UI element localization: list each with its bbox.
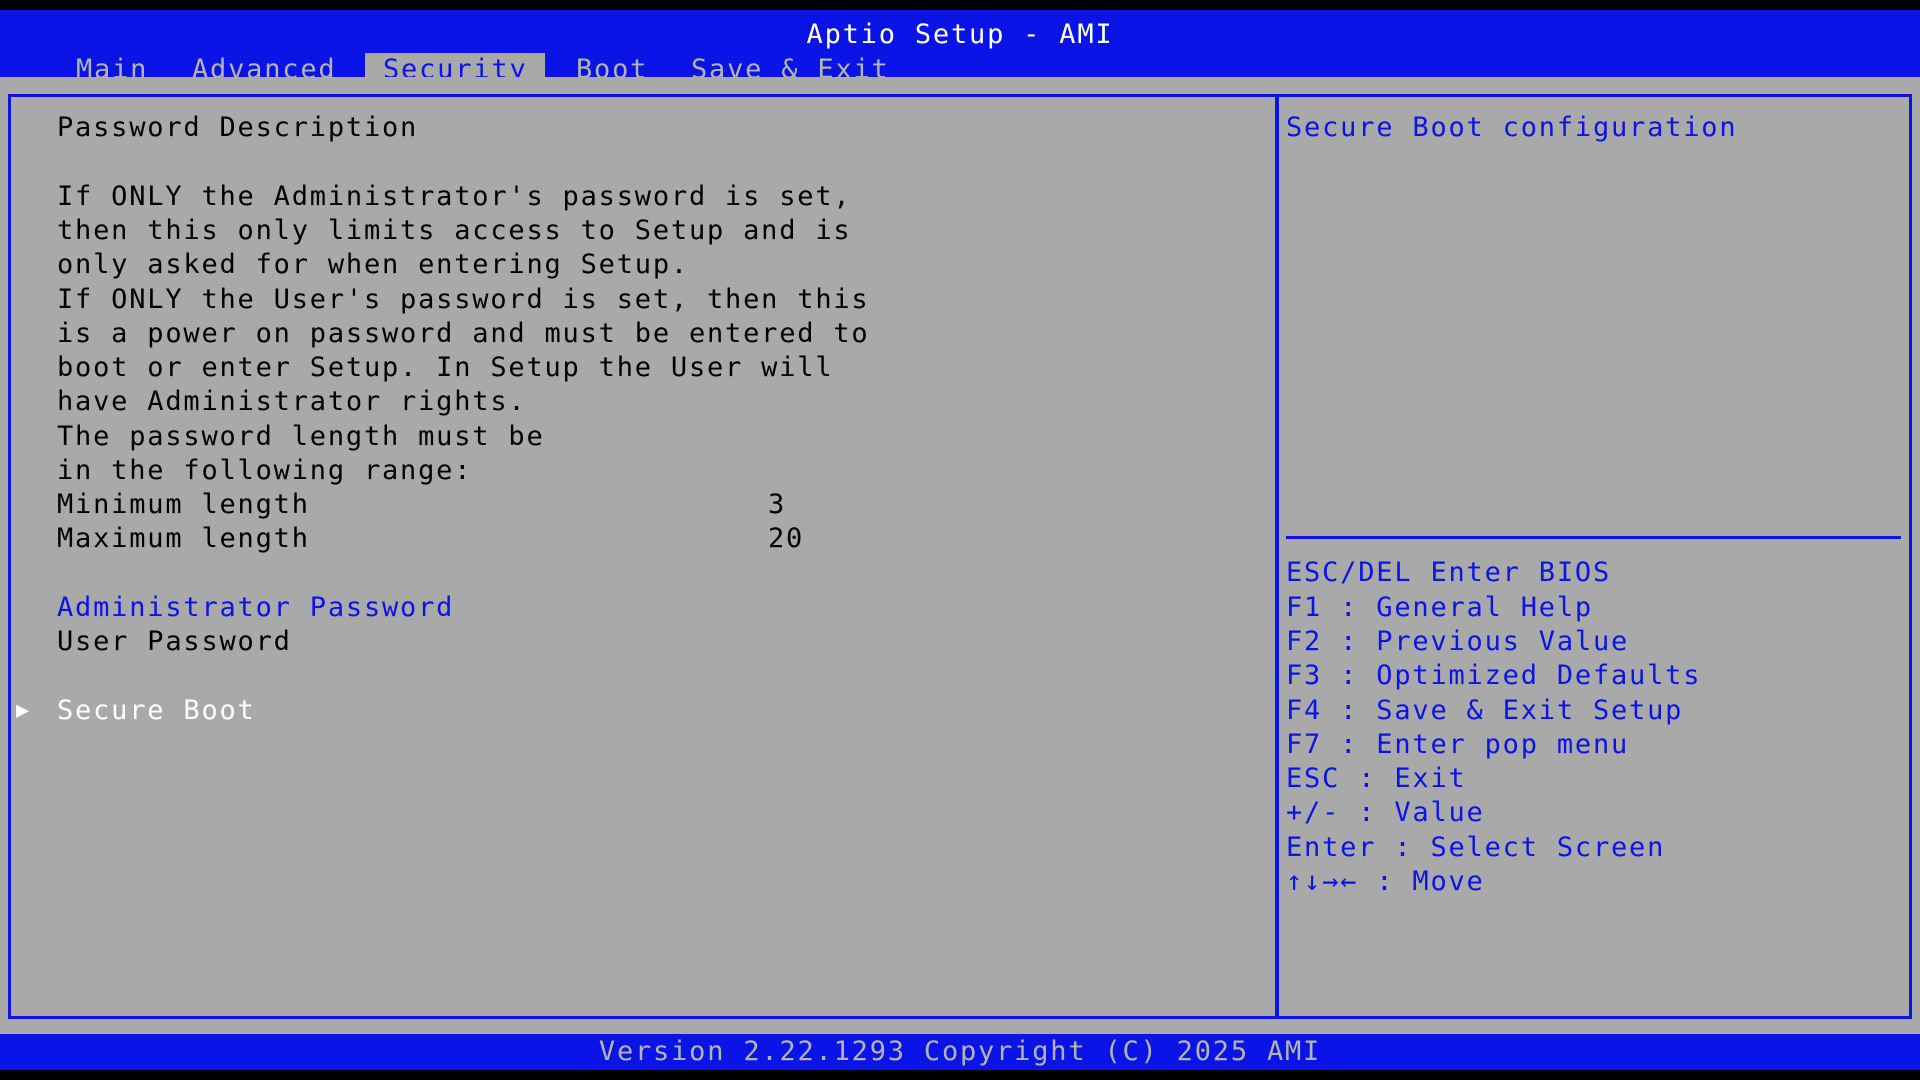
description-line: If ONLY the User's password is set, then… [57,284,870,315]
description-line: is a power on password and must be enter… [57,318,870,349]
key-hint: ESC/DEL Enter BIOS [1286,557,1611,588]
app-title: Aptio Setup - AMI [806,19,1114,50]
key-hint: ESC : Exit [1286,763,1467,794]
key-hint: Enter : Select Screen [1286,832,1666,863]
key-hint: +/- : Value [1286,797,1485,828]
description-line: have Administrator rights. [57,386,527,417]
key-hint: F3 : Optimized Defaults [1286,660,1702,691]
password-description-heading: Password Description [57,112,419,143]
description-line: If ONLY the Administrator's password is … [57,181,852,212]
user-password-item[interactable]: User Password [57,625,292,659]
key-hint: F4 : Save & Exit Setup [1286,695,1684,726]
description-line: The password length must be [57,421,545,452]
minimum-length-label: Minimum length [57,489,310,520]
administrator-password-item[interactable]: Administrator Password [57,591,454,625]
work-area: Password Description If ONLY the Adminis… [0,77,1920,1034]
title-bar: Aptio Setup - AMI Main Advanced Security… [0,10,1920,87]
description-line: then this only limits access to Setup an… [57,215,852,246]
description-line: boot or enter Setup. In Setup the User w… [57,352,834,383]
status-bar: Version 2.22.1293 Copyright (C) 2025 AMI [0,1034,1920,1070]
secure-boot-item[interactable]: Secure Boot [57,694,256,728]
description-line: in the following range: [57,455,473,486]
key-hint: F2 : Previous Value [1286,626,1630,657]
help-divider [1286,536,1901,539]
help-text: Secure Boot configuration [1286,112,1738,143]
key-hint: F1 : General Help [1286,592,1593,623]
version-text: Version 2.22.1293 Copyright (C) 2025 AMI [598,1036,1322,1067]
maximum-length-value: 20 [768,523,805,554]
description-line: only asked for when entering Setup. [57,249,689,280]
submenu-arrow-icon: ▶ [16,698,32,723]
maximum-length-label: Maximum length [57,523,310,554]
key-hint-move: ↑↓→← : Move [1286,866,1485,897]
key-hint: F7 : Enter pop menu [1286,729,1630,760]
minimum-length-value: 3 [768,489,787,520]
